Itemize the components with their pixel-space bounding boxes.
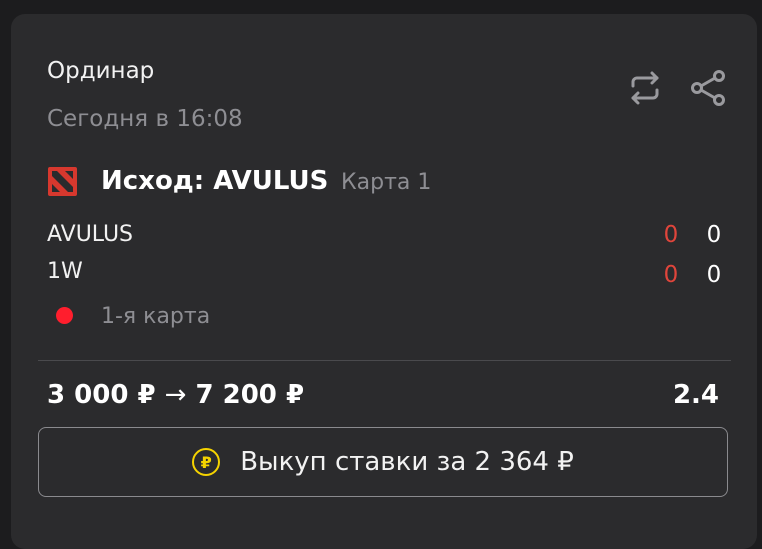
dota2-logo-icon bbox=[48, 167, 77, 196]
coin-symbol: ₽ bbox=[200, 452, 212, 472]
total-score: 0 bbox=[706, 222, 722, 248]
live-status-label: 1-я карта bbox=[101, 304, 211, 329]
team-name: 1W bbox=[47, 259, 83, 284]
map-label: Карта 1 bbox=[341, 170, 432, 195]
payout-amount: 7 200 ₽ bbox=[195, 380, 305, 410]
outcome-title: Исход: AVULUS bbox=[101, 166, 329, 196]
cashout-label: Выкуп ставки за 2 364 ₽ bbox=[240, 447, 574, 477]
share-button[interactable] bbox=[689, 68, 729, 108]
bet-card: Ординар Сегодня в 16:08 Исход: AVULUS Ка… bbox=[11, 14, 757, 549]
arrow-right-icon: → bbox=[164, 380, 187, 410]
coefficient: 2.4 bbox=[672, 380, 719, 410]
repeat-bet-button[interactable] bbox=[625, 68, 665, 108]
map-score: 0 bbox=[663, 222, 679, 248]
divider bbox=[38, 360, 731, 361]
live-indicator-icon bbox=[56, 307, 73, 324]
stake-summary: 3 000 ₽ → 7 200 ₽ bbox=[47, 380, 304, 410]
map-score: 0 bbox=[663, 262, 679, 288]
total-score: 0 bbox=[706, 262, 722, 288]
ruble-coin-icon: ₽ bbox=[192, 448, 221, 476]
stake-amount: 3 000 ₽ bbox=[47, 380, 156, 410]
repeat-icon bbox=[631, 71, 659, 105]
share-icon bbox=[691, 70, 725, 106]
team-name: AVULUS bbox=[47, 222, 134, 247]
bet-time-label: Сегодня в 16:08 bbox=[47, 106, 243, 132]
bet-type-label: Ординар bbox=[47, 58, 155, 84]
cashout-button[interactable]: ₽ Выкуп ставки за 2 364 ₽ bbox=[38, 427, 728, 497]
